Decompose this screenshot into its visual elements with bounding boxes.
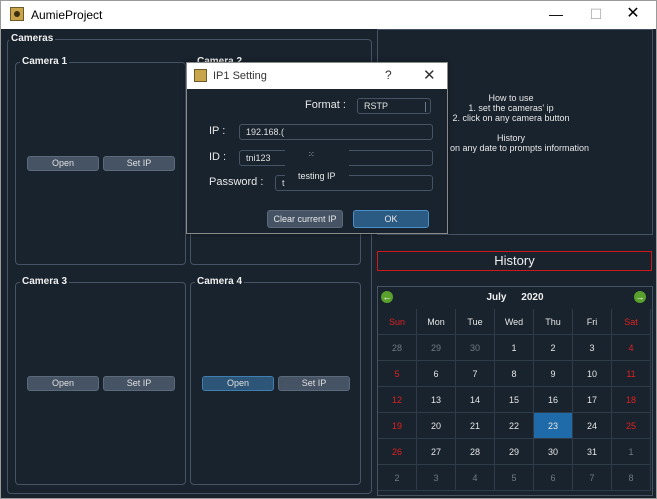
history-calendar[interactable]: ← July 2020 → Sun Mon Tue Wed Thu Fri Sat 28 29 3… (377, 286, 653, 496)
dialog-close-icon[interactable]: ✕ (423, 66, 436, 84)
calendar-day[interactable]: 28 (456, 439, 495, 465)
minimize-button[interactable]: — (536, 1, 576, 29)
calendar-day[interactable]: 27 (417, 439, 456, 465)
calendar-day[interactable]: 31 (573, 439, 612, 465)
weekday-header: Thu (534, 309, 573, 335)
calendar-day[interactable]: 9 (534, 361, 573, 387)
calendar-nav: ← July 2020 → (378, 287, 652, 309)
calendar-day[interactable]: 5 (378, 361, 417, 387)
id-label: ID : (209, 151, 227, 163)
testing-ip-text: testing IP (298, 171, 336, 181)
calendar-week-row: 19 20 21 22 23 24 25 (378, 413, 651, 439)
calendar-day[interactable]: 3 (417, 465, 456, 491)
weekday-header: Fri (573, 309, 612, 335)
help-icon[interactable]: ? (385, 68, 392, 82)
app-icon (10, 7, 24, 21)
calendar-day[interactable]: 29 (495, 439, 534, 465)
calendar-week-row: 5 6 7 8 9 10 11 (378, 361, 651, 387)
calendar-week-row: 2345678 (378, 465, 651, 491)
calendar-grid: Sun Mon Tue Wed Thu Fri Sat 28 29 30 1 2 3 4 5 6 7 8 9 10 11… (378, 309, 651, 491)
format-select[interactable]: RSTP (357, 98, 431, 114)
password-label: Password : (209, 176, 264, 188)
calendar-day[interactable]: 8 (495, 361, 534, 387)
calendar-day[interactable]: 16 (534, 387, 573, 413)
weekday-header: Wed (495, 309, 534, 335)
camera-1-title: Camera 1 (20, 56, 70, 67)
calendar-day[interactable]: 2 (378, 465, 417, 491)
history-label: History (377, 251, 652, 271)
calendar-day[interactable]: 19 (378, 413, 417, 439)
title-bar: AumieProject — ☐ ✕ (1, 1, 656, 29)
calendar-day[interactable]: 11 (612, 361, 651, 387)
calendar-day[interactable]: 23 (534, 413, 573, 439)
calendar-week-row: 12 13 14 15 16 17 18 (378, 387, 651, 413)
dialog-title: IP1 Setting (213, 70, 267, 82)
close-button[interactable]: ✕ (613, 1, 653, 29)
camera-4-open-button[interactable]: Open (202, 376, 274, 391)
calendar-day[interactable]: 4 (456, 465, 495, 491)
ok-button[interactable]: OK (353, 210, 429, 228)
ip-input[interactable]: 192.168.( (239, 124, 433, 140)
dialog-app-icon (194, 69, 207, 82)
window-title: AumieProject (31, 8, 103, 22)
calendar-day[interactable]: 28 (378, 335, 417, 361)
calendar-day[interactable]: 22 (495, 413, 534, 439)
calendar-day[interactable]: 29 (417, 335, 456, 361)
calendar-day[interactable]: 21 (456, 413, 495, 439)
camera-3-set-ip-button[interactable]: Set IP (103, 376, 175, 391)
calendar-week-row: 26 27 28 29 30 31 1 (378, 439, 651, 465)
clear-current-ip-button[interactable]: Clear current IP (267, 210, 343, 228)
format-value: RSTP (364, 101, 389, 111)
format-label: Format : (305, 99, 346, 111)
calendar-day[interactable]: 7 (456, 361, 495, 387)
next-month-icon[interactable]: → (634, 291, 646, 303)
calendar-day[interactable]: 8 (612, 465, 651, 491)
camera-4-set-ip-button[interactable]: Set IP (278, 376, 350, 391)
camera-1-set-ip-button[interactable]: Set IP (103, 156, 175, 171)
calendar-day[interactable]: 30 (456, 335, 495, 361)
calendar-day[interactable]: 15 (495, 387, 534, 413)
camera-3-title: Camera 3 (20, 276, 70, 287)
ip-label: IP : (209, 125, 226, 137)
calendar-day[interactable]: 1 (612, 439, 651, 465)
calendar-day[interactable]: 17 (573, 387, 612, 413)
calendar-year[interactable]: 2020 (521, 292, 543, 303)
chevron-down-icon (425, 102, 426, 112)
calendar-month-year: July 2020 (378, 292, 652, 303)
calendar-day[interactable]: 20 (417, 413, 456, 439)
calendar-day[interactable]: 14 (456, 387, 495, 413)
calendar-day[interactable]: 18 (612, 387, 651, 413)
weekday-header: Sat (612, 309, 651, 335)
calendar-day[interactable]: 10 (573, 361, 612, 387)
calendar-day[interactable]: 6 (534, 465, 573, 491)
weekday-header: Mon (417, 309, 456, 335)
cameras-group-title: Cameras (9, 33, 56, 44)
calendar-week-row: 28 29 30 1 2 3 4 (378, 335, 651, 361)
calendar-month[interactable]: July (486, 292, 506, 303)
calendar-day[interactable]: 1 (495, 335, 534, 361)
camera-3-open-button[interactable]: Open (27, 376, 99, 391)
calendar-day[interactable]: 26 (378, 439, 417, 465)
calendar-day[interactable]: 25 (612, 413, 651, 439)
loading-spinner-icon: ⁙ (308, 150, 315, 159)
weekday-header: Sun (378, 309, 417, 335)
calendar-day[interactable]: 4 (612, 335, 651, 361)
maximize-button[interactable]: ☐ (576, 1, 616, 29)
calendar-day[interactable]: 5 (495, 465, 534, 491)
calendar-day[interactable]: 24 (573, 413, 612, 439)
calendar-weekday-row: Sun Mon Tue Wed Thu Fri Sat (378, 309, 651, 335)
calendar-day[interactable]: 3 (573, 335, 612, 361)
calendar-day[interactable]: 13 (417, 387, 456, 413)
calendar-day[interactable]: 12 (378, 387, 417, 413)
dialog-title-bar: IP1 Setting ? ✕ (187, 63, 447, 89)
calendar-day[interactable]: 7 (573, 465, 612, 491)
camera-4-title: Camera 4 (195, 276, 245, 287)
weekday-header: Tue (456, 309, 495, 335)
calendar-day[interactable]: 30 (534, 439, 573, 465)
calendar-day[interactable]: 6 (417, 361, 456, 387)
calendar-day[interactable]: 2 (534, 335, 573, 361)
camera-1-open-button[interactable]: Open (27, 156, 99, 171)
